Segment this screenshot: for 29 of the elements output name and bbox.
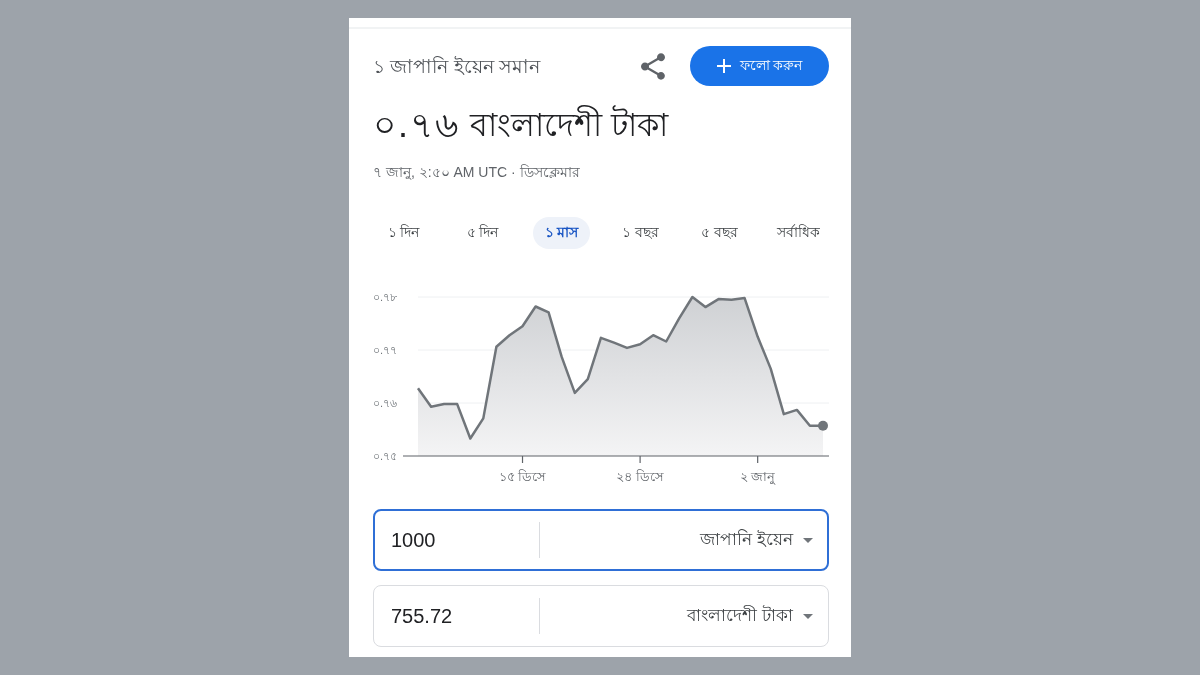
rate-currency: বাংলাদেশী টাকা	[470, 104, 668, 145]
end-point-marker	[818, 420, 828, 431]
rate-value: ০.৭৬	[373, 103, 460, 147]
x-axis-label: ১৫ ডিসে	[498, 469, 547, 484]
range-tab[interactable]: ১ বছর	[610, 217, 671, 249]
range-tab[interactable]: ১ দিন	[375, 217, 432, 249]
amount-input[interactable]: 755.72	[391, 604, 539, 628]
currency-dropdown[interactable]: বাংলাদেশী টাকা	[540, 602, 813, 630]
caret-icon	[803, 613, 813, 619]
currency-dropdown[interactable]: জাপানি ইয়েন	[540, 526, 813, 554]
amount-input[interactable]: 1000	[391, 528, 539, 552]
y-axis-label: ০.৭৮	[373, 291, 398, 303]
disclaimer-link[interactable]: ডিসক্লেমার	[519, 161, 580, 185]
x-axis-label: ২৪ ডিসে	[616, 469, 664, 484]
timestamp-text: ৭ জানু, ২:৫০ AM UTC ·	[373, 163, 516, 182]
y-axis-label: ০.৭৭	[373, 344, 398, 356]
range-tab[interactable]: সর্বাধিক	[765, 217, 832, 249]
y-axis-label: ০.৭৬	[373, 397, 398, 409]
share-button[interactable]	[641, 52, 665, 80]
plus-icon	[716, 59, 731, 73]
y-axis-label: ০.৭৫	[373, 450, 398, 462]
conversion-subtitle: ১ জাপানি ইয়েন সমান	[373, 54, 542, 79]
range-tab[interactable]: ৫ বছর	[689, 217, 750, 249]
follow-button[interactable]: ফলো করুন	[690, 46, 829, 86]
x-axis-label: ২ জানু	[739, 469, 776, 484]
share-icon	[641, 52, 665, 80]
caret-icon	[803, 537, 813, 543]
range-tab[interactable]: ১ মাস	[532, 217, 591, 249]
range-tab[interactable]: ৫ দিন	[454, 217, 511, 249]
